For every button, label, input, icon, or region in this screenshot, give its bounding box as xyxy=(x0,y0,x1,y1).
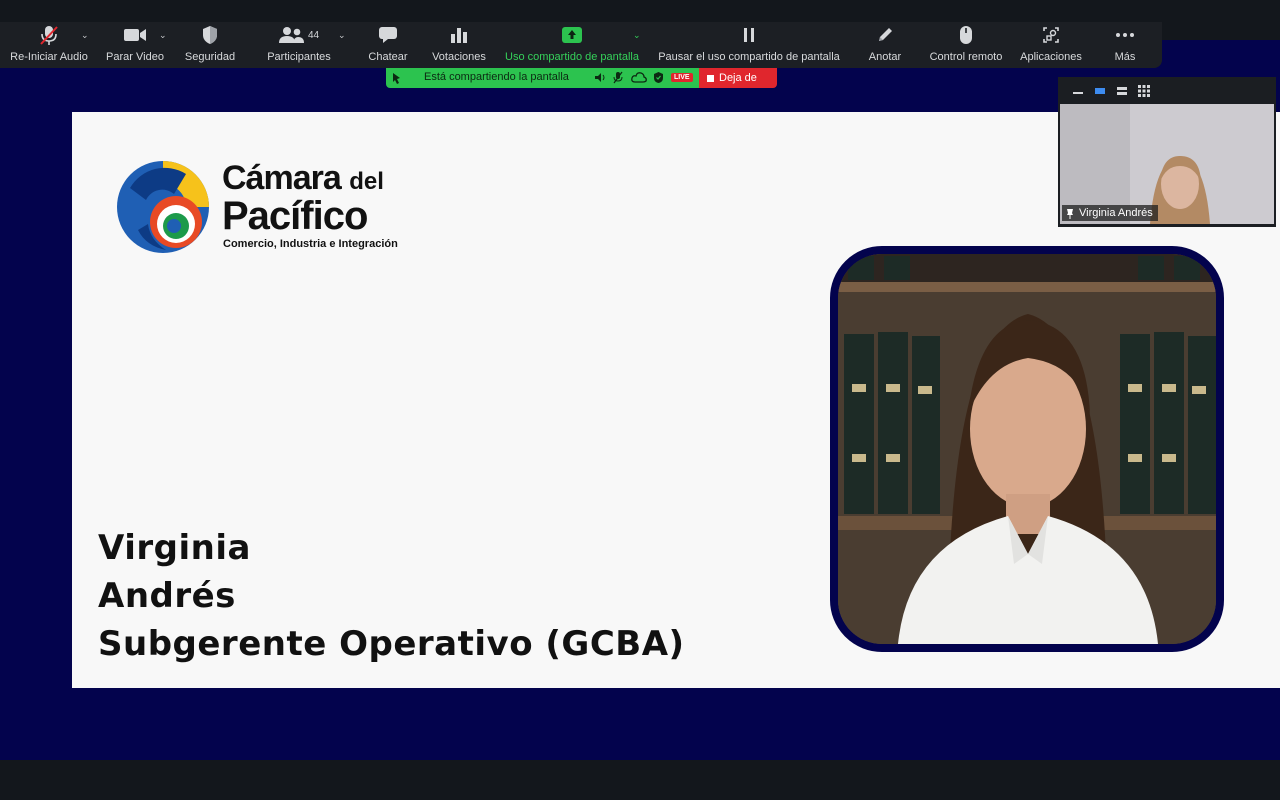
share-options-chevron-icon[interactable]: ⌄ xyxy=(633,30,641,41)
toolbar-security-button[interactable]: Seguridad xyxy=(180,22,240,68)
shield-icon xyxy=(201,22,219,48)
toolbar-polls-button[interactable]: Votaciones xyxy=(428,22,490,68)
participant-video-panel: Virginia Andrés xyxy=(1058,77,1276,227)
audio-options-chevron-icon[interactable]: ⌄ xyxy=(81,30,89,41)
stop-share-button[interactable]: Deja de xyxy=(699,68,777,88)
toolbar-video-button[interactable]: Parar Video xyxy=(103,22,167,68)
bar-chart-icon xyxy=(450,22,468,48)
logo-emblem-icon xyxy=(117,161,209,253)
toolbar-pause-share-button[interactable]: Pausar el uso compartido de pantalla xyxy=(654,22,844,68)
logo-title-line2: Pacífico xyxy=(222,194,368,238)
speaker-photo xyxy=(830,246,1224,652)
more-dots-icon xyxy=(1115,22,1135,48)
stop-icon xyxy=(707,74,714,82)
video-camera-icon xyxy=(123,22,147,48)
video-options-chevron-icon[interactable]: ⌄ xyxy=(159,30,167,41)
speaker-icon[interactable] xyxy=(594,72,606,86)
pause-icon xyxy=(741,22,757,48)
toolbar-share-screen-button[interactable]: Uso compartido de pantalla xyxy=(500,22,644,68)
speaker-role: Subgerente Operativo (GCBA) xyxy=(98,624,685,664)
toolbar-chat-button[interactable]: Chatear xyxy=(364,22,412,68)
sharing-status-bar[interactable]: Está compartiendo la pantalla LIVE xyxy=(386,68,699,88)
video-label: Parar Video xyxy=(106,51,164,63)
logo-word-del: del xyxy=(349,168,384,195)
chat-bubble-icon xyxy=(378,22,398,48)
mic-muted-icon[interactable] xyxy=(613,71,623,87)
toolbar-apps-button[interactable]: Aplicaciones xyxy=(1016,22,1086,68)
mouse-icon xyxy=(959,22,973,48)
video-view-controls xyxy=(1058,77,1276,104)
gallery-view-icon[interactable] xyxy=(1138,84,1150,97)
toolbar-audio-button[interactable]: Re-Iniciar Audio xyxy=(8,22,90,68)
shield-check-icon[interactable] xyxy=(653,71,664,87)
sharing-status-text: Está compartiendo la pantalla xyxy=(424,71,569,83)
toolbar-more-button[interactable]: Más xyxy=(1104,22,1146,68)
speaker-first-name: Virginia xyxy=(98,528,251,568)
security-label: Seguridad xyxy=(184,51,236,63)
pencil-icon xyxy=(876,22,894,48)
toolbar-remote-control-button[interactable]: Control remoto xyxy=(924,22,1008,68)
stop-share-label: Deja de xyxy=(719,72,757,84)
mic-muted-icon xyxy=(38,22,60,48)
live-badge[interactable]: LIVE xyxy=(671,73,693,82)
apps-label: Aplicaciones xyxy=(1020,51,1082,63)
speaker-name-block: Virginia Andrés Subgerente Operativo (GC… xyxy=(98,524,685,668)
participants-label: Participantes xyxy=(267,51,331,63)
sharing-status-banner: Está compartiendo la pantalla LIVE Deja … xyxy=(386,68,777,88)
strip-view-icon[interactable] xyxy=(1116,86,1128,96)
speaker-last-name: Andrés xyxy=(98,576,236,616)
audio-label: Re-Iniciar Audio xyxy=(10,51,88,63)
toolbar-participants-button[interactable]: 44 Participantes xyxy=(262,22,336,68)
drag-handle-icon[interactable] xyxy=(391,71,403,88)
toolbar-annotate-button[interactable]: Anotar xyxy=(862,22,908,68)
polls-label: Votaciones xyxy=(432,51,486,63)
annotate-label: Anotar xyxy=(868,51,902,63)
pin-icon xyxy=(1067,208,1073,219)
active-speaker-view-icon[interactable] xyxy=(1094,86,1106,96)
minimize-video-icon[interactable] xyxy=(1072,86,1084,96)
pause-share-label: Pausar el uso compartido de pantalla xyxy=(658,51,840,63)
participants-options-chevron-icon[interactable]: ⌄ xyxy=(338,30,346,41)
bottom-strip xyxy=(0,760,1280,800)
share-screen-label: Uso compartido de pantalla xyxy=(505,51,639,63)
cloud-record-icon[interactable] xyxy=(631,72,647,86)
meeting-toolbar: Re-Iniciar Audio ⌄ Parar Video ⌄ Segurid… xyxy=(0,22,1162,68)
participants-icon: 44 xyxy=(278,22,320,48)
more-label: Más xyxy=(1114,51,1136,63)
remote-control-label: Control remoto xyxy=(929,51,1003,63)
camara-del-pacifico-logo: Cámara del Pacífico Comercio, Industria … xyxy=(116,158,416,258)
participant-name: Virginia Andrés xyxy=(1079,207,1153,219)
participants-count: 44 xyxy=(307,29,320,41)
participant-name-tag: Virginia Andrés xyxy=(1062,205,1158,221)
logo-tagline: Comercio, Industria e Integración xyxy=(223,238,398,250)
participant-video-feed[interactable]: Virginia Andrés xyxy=(1060,104,1274,224)
apps-icon xyxy=(1042,22,1060,48)
chat-label: Chatear xyxy=(368,51,408,63)
share-screen-icon xyxy=(561,22,583,48)
